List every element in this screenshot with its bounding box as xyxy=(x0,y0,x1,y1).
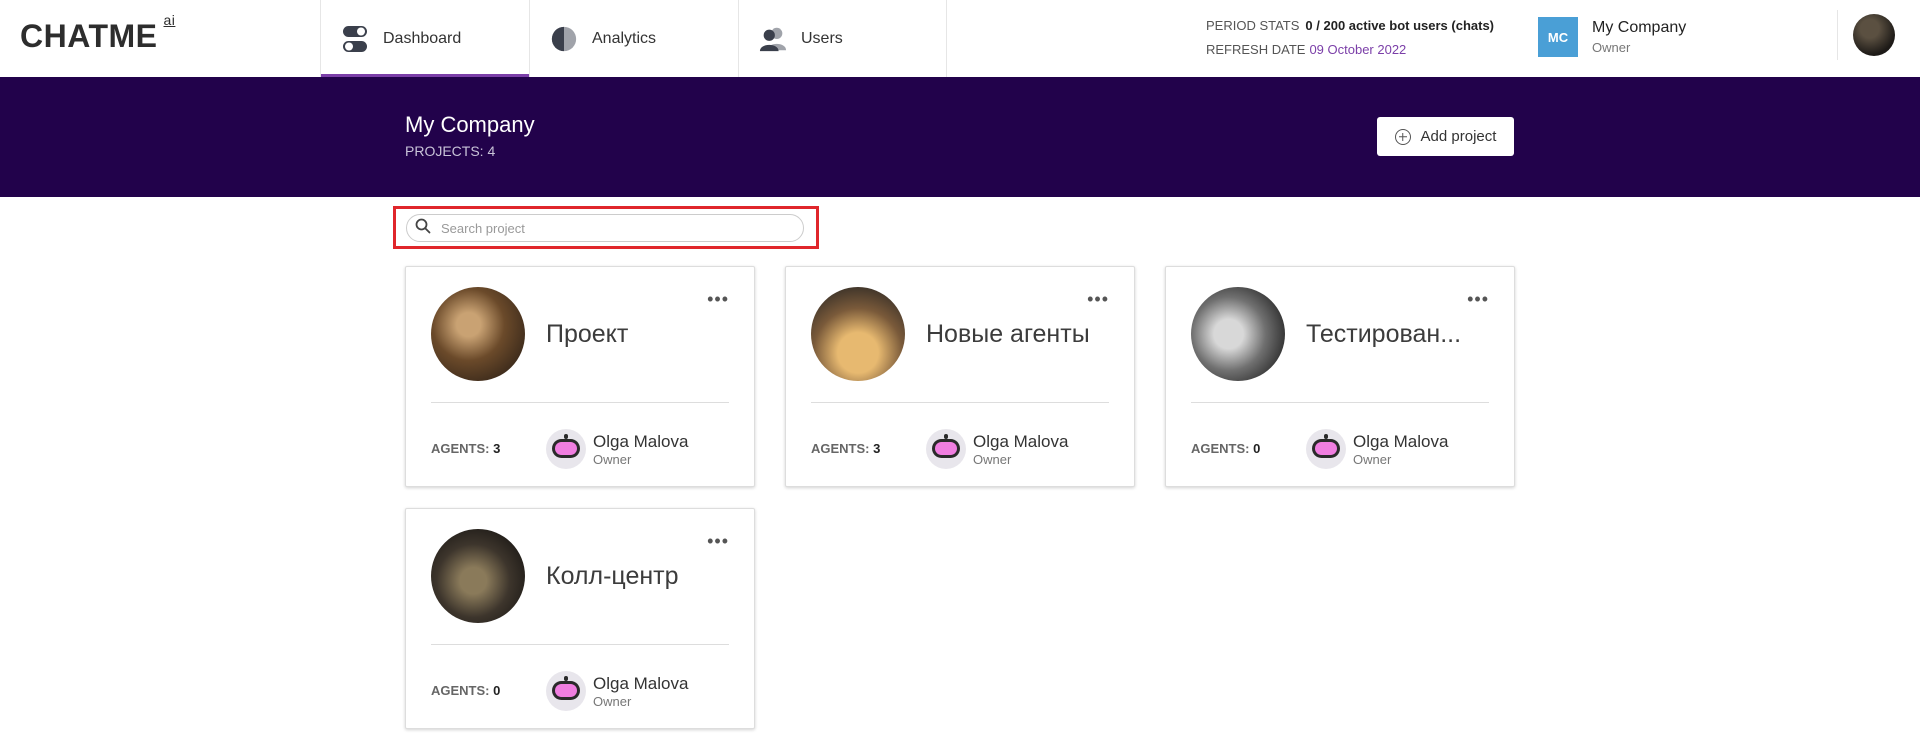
agents-value: 0 xyxy=(493,683,501,698)
agents-label: AGENTS: xyxy=(811,441,870,456)
agents-value: 3 xyxy=(493,441,501,456)
tab-dashboard[interactable]: Dashboard xyxy=(320,0,529,77)
logo[interactable]: CHATME ai xyxy=(20,12,175,55)
add-project-label: Add project xyxy=(1420,128,1497,145)
project-card[interactable]: Новые агенты ••• AGENTS: 3 Olga Malova Ow… xyxy=(785,266,1135,487)
avatar[interactable] xyxy=(1853,14,1895,56)
period-stats: PERIOD STATS 0 / 200 active bot users (ch… xyxy=(1206,14,1494,62)
agents-count: AGENTS: 0 xyxy=(431,683,500,698)
tab-users-label: Users xyxy=(801,29,843,47)
agents-value: 0 xyxy=(1253,441,1261,456)
project-name[interactable]: Колл-центр xyxy=(546,545,726,607)
owner-role: Owner xyxy=(593,693,632,709)
project-card[interactable]: Проект ••• AGENTS: 3 Olga Malova Owner xyxy=(405,266,755,487)
project-owner: Olga Malova Owner xyxy=(546,429,688,469)
more-options-icon[interactable]: ••• xyxy=(707,290,729,308)
project-owner: Olga Malova Owner xyxy=(546,671,688,711)
top-bar: CHATME ai Dashboard Analytics Users PERIO… xyxy=(0,0,1920,78)
logo-text: CHATME xyxy=(20,18,158,54)
period-stats-label: PERIOD STATS xyxy=(1206,18,1300,33)
company-role: Owner xyxy=(1592,40,1631,55)
bot-avatar-icon xyxy=(926,429,966,469)
more-options-icon[interactable]: ••• xyxy=(707,532,729,550)
pie-chart-icon xyxy=(550,25,578,53)
card-divider xyxy=(1191,402,1489,403)
project-owner: Olga Malova Owner xyxy=(1306,429,1448,469)
more-options-icon[interactable]: ••• xyxy=(1467,290,1489,308)
company-switcher[interactable]: MC My Company Owner xyxy=(1538,17,1686,57)
tab-users[interactable]: Users xyxy=(738,0,947,77)
bot-avatar-icon xyxy=(1306,429,1346,469)
project-card[interactable]: Колл-центр ••• AGENTS: 0 Olga Malova Owne… xyxy=(405,508,755,729)
search-box[interactable] xyxy=(406,214,804,242)
card-divider xyxy=(431,402,729,403)
project-name[interactable]: Новые агенты xyxy=(926,303,1106,365)
projects-count: PROJECTS: 4 xyxy=(405,143,495,159)
owner-role: Owner xyxy=(1353,451,1392,467)
divider xyxy=(1837,10,1838,60)
plus-circle-icon xyxy=(1394,128,1411,145)
card-divider xyxy=(811,402,1109,403)
owner-name: Olga Malova xyxy=(1353,431,1449,451)
owner-role: Owner xyxy=(973,451,1012,467)
logo-suffix: ai xyxy=(163,12,176,29)
projects-count-label: PROJECTS: xyxy=(405,143,484,159)
project-name[interactable]: Проект xyxy=(546,303,726,365)
bot-avatar-icon xyxy=(546,429,586,469)
users-icon xyxy=(759,25,787,53)
agents-label: AGENTS: xyxy=(1191,441,1250,456)
owner-name: Olga Malova xyxy=(593,673,689,693)
add-project-button[interactable]: Add project xyxy=(1377,117,1514,156)
refresh-date-value: 09 October 2022 xyxy=(1309,42,1407,57)
search-input[interactable] xyxy=(439,219,773,237)
agents-value: 3 xyxy=(873,441,881,456)
project-image xyxy=(1191,287,1285,381)
main-nav: Dashboard Analytics Users xyxy=(320,0,947,77)
project-owner: Olga Malova Owner xyxy=(926,429,1068,469)
tab-dashboard-label: Dashboard xyxy=(383,29,462,47)
owner-name: Olga Malova xyxy=(593,431,689,451)
projects-count-value: 4 xyxy=(487,143,496,159)
agents-label: AGENTS: xyxy=(431,441,490,456)
agents-count: AGENTS: 0 xyxy=(1191,441,1260,456)
agents-label: AGENTS: xyxy=(431,683,490,698)
company-banner: My Company PROJECTS: 4 Add project xyxy=(0,77,1920,197)
period-stats-value: 0 / 200 active bot users (chats) xyxy=(1305,18,1495,33)
owner-role: Owner xyxy=(593,451,632,467)
search-icon xyxy=(415,218,431,239)
more-options-icon[interactable]: ••• xyxy=(1087,290,1109,308)
card-divider xyxy=(431,644,729,645)
project-name[interactable]: Тестирован... xyxy=(1306,303,1486,365)
project-image xyxy=(431,287,525,381)
agents-count: AGENTS: 3 xyxy=(431,441,500,456)
page-title: My Company xyxy=(405,112,535,137)
bot-avatar-icon xyxy=(546,671,586,711)
toggle-icon xyxy=(341,25,369,53)
project-image xyxy=(811,287,905,381)
project-image xyxy=(431,529,525,623)
company-badge: MC xyxy=(1538,17,1578,57)
project-card[interactable]: Тестирован... ••• AGENTS: 0 Olga Malova O… xyxy=(1165,266,1515,487)
agents-count: AGENTS: 3 xyxy=(811,441,880,456)
owner-name: Olga Malova xyxy=(973,431,1069,451)
tab-analytics-label: Analytics xyxy=(592,29,657,47)
tab-analytics[interactable]: Analytics xyxy=(529,0,738,77)
company-name: My Company xyxy=(1592,19,1687,36)
refresh-date-label: REFRESH DATE xyxy=(1206,42,1306,57)
search-highlight xyxy=(393,206,819,249)
